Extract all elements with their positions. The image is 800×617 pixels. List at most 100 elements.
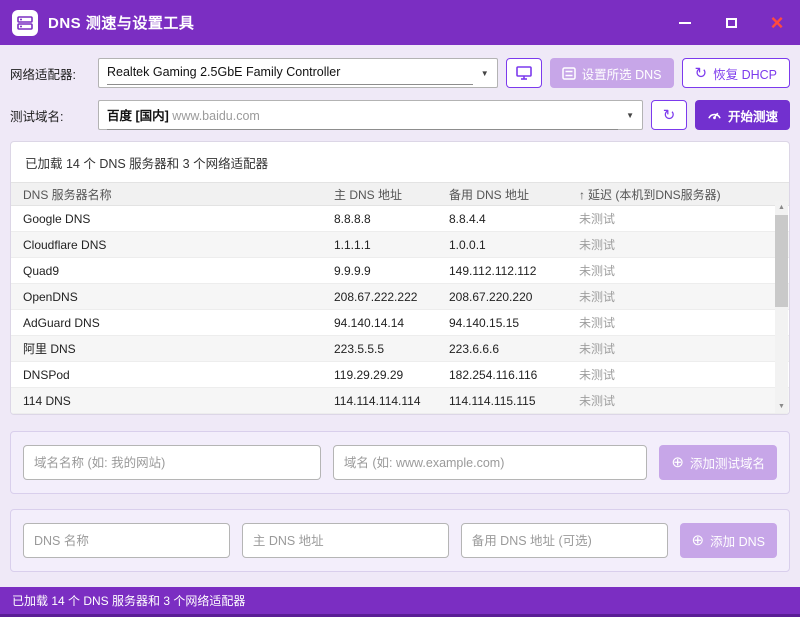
adapter-info-button[interactable]	[506, 58, 542, 88]
dns-name-cell: AdGuard DNS	[11, 316, 334, 330]
latency-cell: 未测试	[579, 288, 775, 305]
set-dns-label: 设置所选 DNS	[582, 64, 662, 83]
table-header-row: DNS 服务器名称 主 DNS 地址 备用 DNS 地址 ↑延迟 (本机到DNS…	[11, 182, 789, 206]
secondary-dns-cell: 114.114.115.115	[449, 394, 579, 408]
latency-cell: 未测试	[579, 366, 775, 383]
primary-dns-cell: 114.114.114.114	[334, 394, 449, 408]
table-row[interactable]: Cloudflare DNS 1.1.1.1 1.0.0.1 未测试	[11, 232, 789, 258]
secondary-dns-cell: 94.140.15.15	[449, 316, 579, 330]
latency-cell: 未测试	[579, 262, 775, 279]
set-dns-button[interactable]: 设置所选 DNS	[550, 58, 674, 88]
plus-circle-icon: ⊕	[692, 533, 705, 548]
app-logo-icon	[12, 10, 38, 36]
secondary-dns-cell: 149.112.112.112	[449, 264, 579, 278]
latency-cell: 未测试	[579, 236, 775, 253]
dns-name-cell: 阿里 DNS	[11, 340, 334, 357]
header-latency[interactable]: ↑延迟 (本机到DNS服务器)	[579, 186, 775, 203]
table-body: Google DNS 8.8.8.8 8.8.4.4 未测试 Cloudflar…	[11, 206, 789, 414]
header-secondary-dns[interactable]: 备用 DNS 地址	[449, 186, 579, 203]
table-row[interactable]: OpenDNS 208.67.222.222 208.67.220.220 未测…	[11, 284, 789, 310]
table-row[interactable]: DNSPod 119.29.29.29 182.254.116.116 未测试	[11, 362, 789, 388]
adapter-label: 网络适配器:	[10, 64, 90, 83]
load-summary: 已加载 14 个 DNS 服务器和 3 个网络适配器	[11, 142, 789, 182]
add-dns-button[interactable]: ⊕ 添加 DNS	[680, 523, 777, 558]
dns-name-cell: 114 DNS	[11, 394, 334, 408]
table-row[interactable]: AdGuard DNS 94.140.14.14 94.140.15.15 未测…	[11, 310, 789, 336]
secondary-dns-cell: 1.0.0.1	[449, 238, 579, 252]
monitor-icon	[516, 66, 532, 80]
sort-ascending-icon: ↑	[579, 188, 585, 202]
table-scrollbar[interactable]: ▲ ▼	[775, 201, 788, 413]
primary-dns-cell: 1.1.1.1	[334, 238, 449, 252]
speedometer-icon	[707, 108, 722, 122]
domain-name: 百度 [国内]	[107, 109, 169, 123]
status-text: 已加载 14 个 DNS 服务器和 3 个网络适配器	[12, 592, 245, 609]
header-dns-name[interactable]: DNS 服务器名称	[11, 186, 334, 203]
maximize-icon	[726, 18, 737, 28]
dns-name-cell: OpenDNS	[11, 290, 334, 304]
secondary-dns-cell: 8.8.4.4	[449, 212, 579, 226]
primary-dns-cell: 94.140.14.14	[334, 316, 449, 330]
status-bar: 已加载 14 个 DNS 服务器和 3 个网络适配器	[0, 587, 800, 617]
primary-dns-cell: 223.5.5.5	[334, 342, 449, 356]
titlebar: DNS 测速与设置工具 ×	[0, 0, 800, 45]
window-title: DNS 测速与设置工具	[48, 12, 194, 33]
scroll-down-icon[interactable]: ▼	[778, 400, 785, 413]
secondary-dns-cell: 208.67.220.220	[449, 290, 579, 304]
minimize-icon	[679, 22, 691, 24]
dns-secondary-input[interactable]	[461, 523, 668, 558]
secondary-dns-cell: 182.254.116.116	[449, 368, 579, 382]
close-button[interactable]: ×	[754, 0, 800, 45]
latency-cell: 未测试	[579, 314, 775, 331]
dns-table-card: 已加载 14 个 DNS 服务器和 3 个网络适配器 DNS 服务器名称 主 D…	[10, 141, 790, 415]
dns-name-cell: DNSPod	[11, 368, 334, 382]
primary-dns-cell: 119.29.29.29	[334, 368, 449, 382]
scroll-up-icon[interactable]: ▲	[778, 201, 785, 214]
secondary-dns-cell: 223.6.6.6	[449, 342, 579, 356]
latency-cell: 未测试	[579, 340, 775, 357]
table-row[interactable]: Quad9 9.9.9.9 149.112.112.112 未测试	[11, 258, 789, 284]
close-icon: ×	[771, 12, 784, 34]
table-row[interactable]: 阿里 DNS 223.5.5.5 223.6.6.6 未测试	[11, 336, 789, 362]
domain-url: www.baidu.com	[172, 109, 260, 123]
maximize-button[interactable]	[708, 0, 754, 45]
primary-dns-cell: 8.8.8.8	[334, 212, 449, 226]
scrollbar-thumb[interactable]	[775, 215, 788, 307]
chevron-down-icon: ▼	[626, 111, 634, 120]
restore-dhcp-button[interactable]: ↻ 恢复 DHCP	[682, 58, 790, 88]
server-glyph	[17, 16, 33, 30]
add-domain-card: ⊕ 添加测试域名	[10, 431, 790, 494]
domain-dropdown-value: 百度 [国内] www.baidu.com	[107, 101, 618, 130]
dns-name-input[interactable]	[23, 523, 230, 558]
domain-name-input[interactable]	[23, 445, 321, 480]
latency-cell: 未测试	[579, 210, 775, 227]
latency-cell: 未测试	[579, 392, 775, 409]
dns-name-cell: Quad9	[11, 264, 334, 278]
restore-icon: ↻	[695, 66, 708, 81]
dns-primary-input[interactable]	[242, 523, 449, 558]
add-dns-card: ⊕ 添加 DNS	[10, 509, 790, 572]
add-domain-button[interactable]: ⊕ 添加测试域名	[659, 445, 777, 480]
plus-circle-icon: ⊕	[671, 455, 684, 470]
start-test-button[interactable]: 开始测速	[695, 100, 790, 130]
content-area: 网络适配器: Realtek Gaming 2.5GbE Family Cont…	[0, 45, 800, 587]
start-test-label: 开始测速	[728, 106, 778, 125]
adapter-dropdown[interactable]: Realtek Gaming 2.5GbE Family Controller …	[98, 58, 498, 88]
dns-list-icon	[562, 67, 576, 80]
domain-url-input[interactable]	[333, 445, 647, 480]
add-dns-label: 添加 DNS	[710, 531, 765, 550]
table-row[interactable]: Google DNS 8.8.8.8 8.8.4.4 未测试	[11, 206, 789, 232]
header-latency-label: 延迟 (本机到DNS服务器)	[588, 188, 721, 202]
minimize-button[interactable]	[662, 0, 708, 45]
header-primary-dns[interactable]: 主 DNS 地址	[334, 186, 449, 203]
domain-dropdown[interactable]: 百度 [国内] www.baidu.com ▼	[98, 100, 643, 130]
app-window: DNS 测速与设置工具 × 网络适配器: Realtek Gaming 2.5G…	[0, 0, 800, 600]
primary-dns-cell: 9.9.9.9	[334, 264, 449, 278]
primary-dns-cell: 208.67.222.222	[334, 290, 449, 304]
chevron-down-icon: ▼	[481, 69, 489, 78]
table-row[interactable]: 114 DNS 114.114.114.114 114.114.115.115 …	[11, 388, 789, 414]
dns-name-cell: Cloudflare DNS	[11, 238, 334, 252]
add-domain-label: 添加测试域名	[690, 453, 765, 472]
refresh-icon: ↻	[663, 108, 676, 123]
refresh-button[interactable]: ↻	[651, 100, 687, 130]
